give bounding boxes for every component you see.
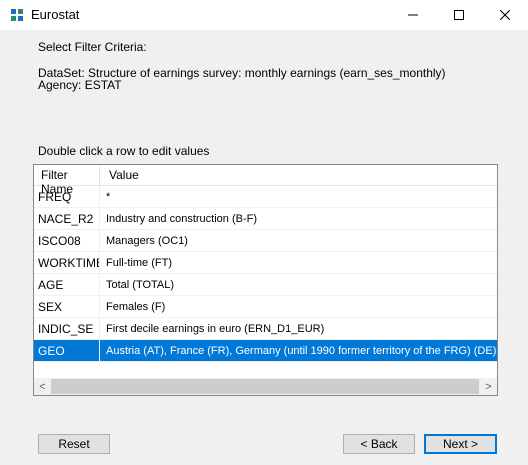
maximize-button[interactable] xyxy=(436,0,482,30)
select-criteria-label: Select Filter Criteria: xyxy=(38,40,147,54)
grid-header: Filter Name Value xyxy=(34,165,497,196)
grid-rows: FREQ * NACE_R2 Industry and construction… xyxy=(34,186,497,362)
eurostat-app-icon xyxy=(10,8,24,22)
column-header-value[interactable]: Value xyxy=(100,165,139,188)
title-bar: Eurostat xyxy=(0,0,528,30)
agency-label: Agency: ESTAT xyxy=(38,78,122,92)
grid-row-indic-se[interactable]: INDIC_SE First decile earnings in euro (… xyxy=(34,318,497,340)
filter-name-cell: ISCO08 xyxy=(34,230,100,252)
grid-row-freq[interactable]: FREQ * xyxy=(34,186,497,208)
filter-value-cell: Managers (OC1) xyxy=(106,235,188,247)
close-icon xyxy=(500,10,510,20)
grid-row-age[interactable]: AGE Total (TOTAL) xyxy=(34,274,497,296)
filter-value-cell: Full-time (FT) xyxy=(106,257,172,269)
filter-name-cell: AGE xyxy=(34,274,100,296)
filter-value-cell: Females (F) xyxy=(106,301,166,313)
scroll-right-arrow[interactable]: > xyxy=(480,378,497,395)
scroll-left-arrow[interactable]: < xyxy=(34,378,51,395)
filter-name-cell: SEX xyxy=(34,296,100,318)
filter-name-cell: FREQ xyxy=(34,186,100,208)
filter-value-cell: Total (TOTAL) xyxy=(106,279,175,291)
filter-name-cell: INDIC_SE xyxy=(34,318,100,340)
instruction-label: Double click a row to edit values xyxy=(38,144,210,158)
grid-row-isco08[interactable]: ISCO08 Managers (OC1) xyxy=(34,230,497,252)
maximize-icon xyxy=(454,10,464,20)
grid-row-nace-r2[interactable]: NACE_R2 Industry and construction (B-F) xyxy=(34,208,497,230)
scrollbar-thumb[interactable] xyxy=(51,379,479,394)
filter-value-cell: First decile earnings in euro (ERN_D1_EU… xyxy=(106,323,325,335)
filter-value-cell: Industry and construction (B-F) xyxy=(106,213,258,225)
reset-button[interactable]: Reset xyxy=(38,434,110,454)
filter-grid[interactable]: Filter Name Value FREQ * NACE_R2 Industr… xyxy=(33,164,498,396)
grid-row-geo[interactable]: GEO Austria (AT), France (FR), Germany (… xyxy=(34,340,497,362)
filter-value-cell: Austria (AT), France (FR), Germany (unti… xyxy=(106,345,497,357)
close-button[interactable] xyxy=(482,0,528,30)
filter-name-cell: NACE_R2 xyxy=(34,208,100,230)
minimize-button[interactable] xyxy=(390,0,436,30)
filter-name-cell: WORKTIME xyxy=(34,252,100,274)
minimize-icon xyxy=(408,14,418,16)
column-header-filter-name[interactable]: Filter Name xyxy=(34,165,100,196)
back-button[interactable]: < Back xyxy=(343,434,415,454)
next-button[interactable]: Next > xyxy=(424,434,497,454)
horizontal-scrollbar[interactable]: < > xyxy=(34,378,497,395)
window-title: Eurostat xyxy=(31,7,80,22)
grid-row-worktime[interactable]: WORKTIME Full-time (FT) xyxy=(34,252,497,274)
filter-value-cell: * xyxy=(106,191,111,203)
filter-name-cell: GEO xyxy=(34,340,100,362)
grid-row-sex[interactable]: SEX Females (F) xyxy=(34,296,497,318)
